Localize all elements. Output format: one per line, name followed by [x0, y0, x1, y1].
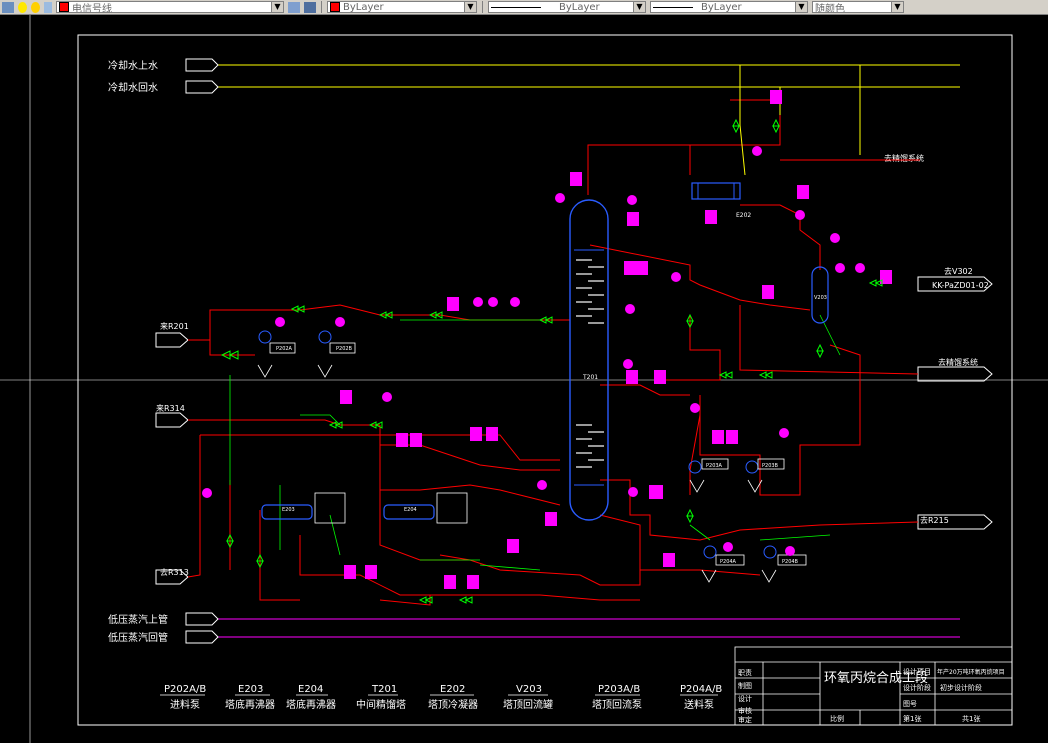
title-block-row: 审核 — [738, 706, 752, 715]
pump-tag: P204A — [720, 559, 737, 565]
title-block-project-value: 年产20万吨环氧丙烷项目 — [937, 668, 1005, 676]
legend-tag: V203 — [516, 684, 542, 695]
pump-tag: P203A — [706, 463, 723, 469]
offpage-vent-2: 去精馏系统 — [938, 357, 978, 367]
legend-tag: E202 — [440, 684, 465, 695]
linetype-value: ByLayer — [559, 1, 600, 13]
color-value: ByLayer — [343, 1, 384, 13]
cad-toolbar: 电信号线 ▼ ByLayer ▼ ByLayer ▼ ByLayer ▼ 随颜色… — [0, 0, 1048, 15]
chevron-down-icon: ▼ — [795, 2, 807, 12]
title-block-total: 共1张 — [962, 714, 980, 723]
title-block-sheet: 第1张 — [903, 714, 921, 723]
legend-name: 进料泵 — [170, 698, 200, 711]
cooling-water-branches — [739, 65, 861, 176]
title-block-row: 审定 — [738, 715, 752, 724]
legend-name: 塔底再沸器 — [225, 698, 275, 711]
title-block-stage-value: 初步设计阶段 — [940, 683, 982, 692]
column-trays — [576, 259, 604, 468]
column-t201 — [569, 199, 609, 521]
layer-previous-icon[interactable] — [304, 1, 316, 13]
chevron-down-icon: ▼ — [464, 2, 476, 12]
linetype-dropdown[interactable]: ByLayer ▼ — [488, 1, 646, 13]
layer-states-icon[interactable] — [2, 1, 14, 13]
instrument-lines — [229, 314, 841, 571]
layer-name: 电信号线 — [72, 3, 112, 13]
legend-tag: T201 — [371, 684, 397, 695]
pump-tag: P204B — [782, 559, 799, 565]
legend-name: 塔底再沸器 — [286, 698, 336, 711]
instrument-tags — [340, 90, 892, 589]
color-swatch — [330, 2, 340, 12]
pumps — [258, 330, 777, 559]
lock-icon[interactable] — [44, 1, 52, 13]
linetype-preview — [491, 6, 541, 8]
layer-dropdown[interactable]: 电信号线 ▼ — [56, 1, 284, 13]
title-block-row: 设计 — [738, 694, 752, 703]
process-piping — [187, 99, 920, 606]
offpage-to-v302: 去V302 — [944, 266, 973, 276]
title-block-stage-label: 设计阶段 — [903, 683, 931, 692]
title-block-drawing-no-label: 图号 — [903, 700, 917, 708]
reboiler-e204-tag: E204 — [404, 507, 417, 513]
color-dropdown[interactable]: ByLayer ▼ — [327, 1, 477, 13]
pump-tag: P202A — [276, 346, 293, 352]
title-block-row: 职责 — [738, 668, 752, 677]
legend-name: 送料泵 — [684, 698, 714, 711]
utility-lines — [185, 58, 960, 644]
chevron-down-icon: ▼ — [891, 2, 903, 12]
plotstyle-dropdown[interactable]: 随颜色 ▼ — [812, 1, 904, 13]
legend-tag: E203 — [238, 684, 263, 695]
utility-label-steam-supply: 低压蒸汽上管 — [108, 613, 168, 626]
lightbulb-icon[interactable] — [18, 1, 27, 13]
utility-label-cw-supply: 冷却水上水 — [108, 59, 158, 72]
offpage-from-r314: 来R314 — [156, 404, 185, 413]
reboiler-e203 — [261, 492, 346, 524]
title-block-project-label: 设计项目 — [903, 667, 931, 676]
lineweight-preview — [653, 6, 693, 8]
condenser-tag: E202 — [736, 212, 751, 219]
lineweight-dropdown[interactable]: ByLayer ▼ — [650, 1, 808, 13]
legend-name: 塔顶冷凝器 — [428, 698, 478, 711]
offpage-from-r201: 来R201 — [160, 322, 189, 331]
offpage-vent-1: 去精馏系统 — [884, 153, 924, 163]
plotstyle-value: 随颜色 — [815, 3, 845, 13]
offpage-to-r313: 去R313 — [160, 567, 189, 577]
pump-tag: P203B — [762, 463, 779, 469]
drawing-canvas[interactable]: 冷却水上水 冷却水回水 低压蒸汽上管 低压蒸汽回管 来R201 来R314 去R… — [0, 15, 1048, 743]
make-current-layer-icon[interactable] — [288, 1, 300, 13]
reboiler-e203-tag: E203 — [282, 507, 295, 513]
valves — [220, 118, 883, 604]
condenser-e202 — [691, 182, 741, 200]
layer-color-swatch — [59, 2, 69, 12]
reboiler-e204 — [383, 492, 468, 524]
chevron-down-icon: ▼ — [271, 2, 283, 12]
legend-name: 中间精馏塔 — [356, 698, 406, 711]
utility-label-steam-return: 低压蒸汽回管 — [108, 631, 168, 644]
offpage-line-ref: KK-PaZD01-02 — [932, 281, 989, 290]
legend-tag: P202A/B — [164, 684, 206, 695]
pump-tag: P202B — [336, 346, 353, 352]
legend-tag: E204 — [298, 684, 323, 695]
utility-label-cw-return: 冷却水回水 — [108, 81, 158, 94]
offpage-to-r215: 去R215 — [920, 515, 949, 525]
legend-name: 塔顶回流罐 — [503, 698, 553, 711]
toolbar-separator — [321, 1, 322, 13]
column-tag: T201 — [582, 374, 598, 381]
legend-tag: P204A/B — [680, 684, 722, 695]
lineweight-value: ByLayer — [701, 1, 742, 13]
title-block-row: 制图 — [738, 681, 752, 690]
title-block-scale-label: 比例 — [830, 714, 844, 723]
chevron-down-icon: ▼ — [633, 2, 645, 12]
legend-name: 塔顶回流泵 — [592, 698, 642, 711]
sun-icon[interactable] — [31, 1, 40, 13]
legend-tag: P203A/B — [598, 684, 640, 695]
drum-tag: V203 — [814, 295, 827, 301]
toolbar-separator — [482, 1, 483, 13]
